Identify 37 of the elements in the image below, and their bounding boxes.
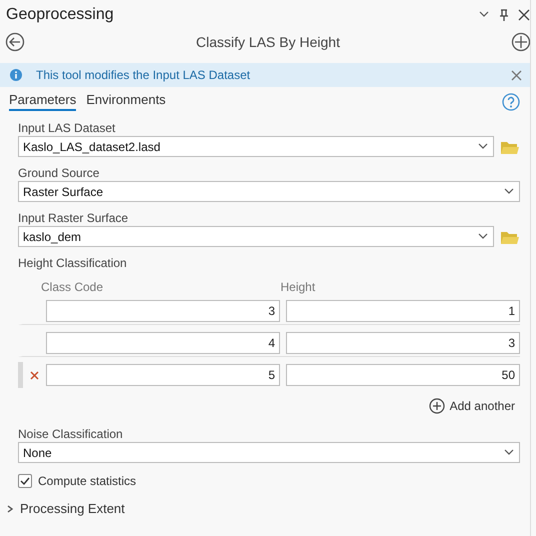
- dropdown-field[interactable]: None: [18, 442, 520, 463]
- info-icon: [10, 69, 22, 81]
- plus-icon: [428, 398, 445, 414]
- close-icon[interactable]: [518, 8, 530, 20]
- dropdown-field[interactable]: Raster Surface: [18, 181, 520, 202]
- field-label: Input LAS Dataset: [18, 121, 116, 135]
- table-input[interactable]: 50: [286, 364, 520, 386]
- dropdown-field[interactable]: kaslo_dem: [18, 226, 494, 247]
- pin-icon[interactable]: [498, 8, 510, 20]
- info-message: This tool modifies the Input LAS Dataset: [36, 67, 252, 84]
- tab[interactable]: Environments: [86, 92, 166, 111]
- delete-icon[interactable]: [30, 370, 38, 380]
- column-header: Height: [280, 279, 316, 296]
- table-input[interactable]: 3: [286, 332, 520, 354]
- tab[interactable]: Parameters: [9, 92, 76, 111]
- tool-title: Classify LAS By Height: [195, 32, 341, 52]
- table-input[interactable]: 3: [46, 300, 280, 322]
- dropdown-field[interactable]: Kaslo_LAS_dataset2.lasd: [18, 136, 494, 157]
- back-button[interactable]: [5, 32, 25, 52]
- field-label: Ground Source: [18, 166, 100, 180]
- field-label: Noise Classification: [18, 427, 124, 441]
- table-input[interactable]: 4: [46, 332, 280, 354]
- checkbox-label: Compute statistics: [38, 473, 136, 490]
- add-another-button[interactable]: Add another: [428, 397, 515, 415]
- add-button[interactable]: [511, 32, 531, 52]
- check-icon: [20, 476, 30, 486]
- table-input[interactable]: 1: [286, 300, 520, 322]
- column-header: Class Code: [41, 279, 104, 296]
- section-header[interactable]: Processing Extent: [20, 499, 125, 518]
- plus-icon: [511, 32, 531, 52]
- field-label: Input Raster Surface: [18, 211, 130, 225]
- chevron-right-icon[interactable]: [6, 504, 14, 513]
- pane-title: Geoprocessing: [6, 4, 115, 24]
- table-input[interactable]: 5: [46, 364, 280, 386]
- checkbox[interactable]: [18, 474, 32, 488]
- field-label: Height Classification: [18, 256, 128, 270]
- help-icon[interactable]: [502, 93, 520, 111]
